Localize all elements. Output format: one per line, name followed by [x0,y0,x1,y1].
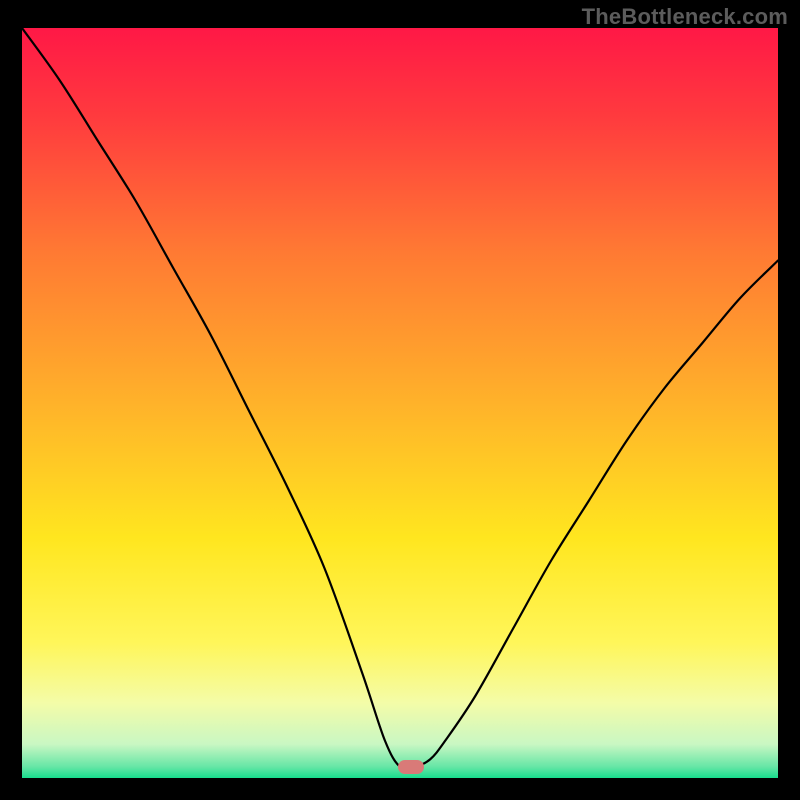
chart-frame: TheBottleneck.com [0,0,800,800]
optimal-point-marker [398,760,424,774]
plot-area [22,28,778,778]
bottleneck-curve [22,28,778,778]
watermark-text: TheBottleneck.com [582,4,788,30]
